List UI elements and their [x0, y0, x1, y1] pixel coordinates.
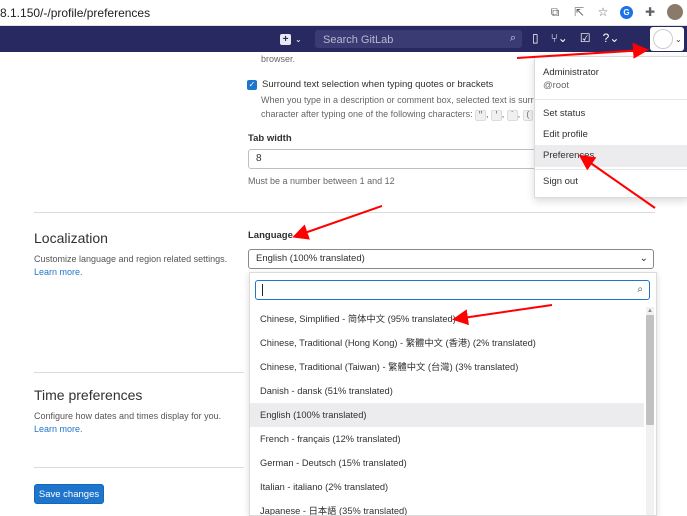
language-option[interactable]: Italian - italiano (2% translated)	[250, 475, 644, 499]
language-dropdown-list: ⌕ Chinese, Simplified - 简体中文 (95% transl…	[249, 272, 657, 516]
nav-icon-group: ▯ ⑂⌄ ☑ ?⌄	[532, 31, 619, 45]
user-menu-name[interactable]: Administrator	[543, 67, 599, 78]
search-icon: ⌕	[509, 32, 516, 44]
section-divider	[34, 467, 244, 468]
surround-selection-label: Surround text selection when typing quot…	[262, 79, 494, 90]
extension-icon[interactable]: G	[620, 5, 633, 19]
language-options: Chinese, Simplified - 简体中文 (95% translat…	[250, 307, 644, 515]
user-menu-dropdown: Administrator @root Set status Edit prof…	[534, 56, 687, 198]
language-option[interactable]: French - français (12% translated)	[250, 427, 644, 451]
key-paren: (	[522, 110, 534, 121]
language-option[interactable]: Danish - dansk (51% translated)	[250, 379, 644, 403]
plus-icon: +	[280, 33, 291, 45]
bookmark-star-icon[interactable]: ☆	[596, 5, 610, 19]
surround-help-line-1: When you type in a description or commen…	[261, 95, 534, 105]
key-backtick: `	[506, 110, 518, 121]
chevron-down-icon: ⌄	[675, 34, 682, 44]
menu-divider	[535, 99, 687, 100]
issues-icon[interactable]: ▯	[532, 31, 539, 45]
language-option[interactable]: Chinese, Traditional (Hong Kong) - 繁體中文 …	[250, 331, 644, 355]
section-divider	[34, 372, 244, 373]
url-text[interactable]: 8.1.150/-/profile/preferences	[0, 6, 150, 20]
preferences-item[interactable]: Preferences	[535, 145, 687, 167]
user-menu-handle: @root	[543, 80, 570, 91]
surround-selection-setting: ✓ Surround text selection when typing qu…	[247, 79, 493, 90]
tab-width-input[interactable]: 8	[248, 149, 538, 169]
set-status-item[interactable]: Set status	[535, 103, 687, 125]
language-label: Language	[248, 230, 293, 241]
puzzle-icon[interactable]: ✚	[643, 5, 657, 19]
search-icon: ⌕	[637, 284, 643, 295]
merge-requests-icon[interactable]: ⑂⌄	[551, 31, 568, 45]
language-option-selected[interactable]: English (100% translated)	[250, 403, 644, 427]
localization-description: Customize language and region related se…	[34, 254, 228, 264]
chevron-down-icon: ⌄	[639, 253, 648, 264]
localization-learn-more-link[interactable]: Learn more.	[34, 267, 83, 277]
localization-title: Localization	[34, 230, 108, 246]
gitlab-top-nav: + ⌄ ⌕ ▯ ⑂⌄ ☑ ?⌄ ⌄	[0, 26, 687, 52]
browser-profile-avatar[interactable]	[667, 4, 683, 20]
search-box[interactable]: ⌕	[315, 30, 522, 48]
chevron-down-icon: ⌄	[295, 34, 302, 44]
help-icon[interactable]: ?⌄	[603, 31, 620, 45]
menu-divider	[535, 169, 687, 170]
time-preferences-description: Configure how dates and times display fo…	[34, 411, 222, 421]
browser-address-bar: 8.1.150/-/profile/preferences ⧉ ⇱ ☆ G ✚	[0, 0, 687, 26]
section-divider	[34, 212, 655, 213]
language-selected-value: English (100% translated)	[256, 253, 365, 264]
browser-text: browser.	[261, 54, 296, 64]
surround-help-text: character after typing one of the follow…	[261, 109, 473, 119]
language-option[interactable]: German - Deutsch (15% translated)	[250, 451, 644, 475]
translate-icon[interactable]: ⧉	[548, 5, 562, 19]
language-option[interactable]: Japanese - 日本語 (35% translated)	[250, 499, 644, 515]
avatar	[653, 29, 673, 49]
create-new-menu[interactable]: + ⌄	[280, 31, 302, 47]
scrollbar-thumb[interactable]	[646, 315, 654, 425]
key-single-quote: '	[490, 110, 502, 121]
dropdown-scrollbar[interactable]: ▲	[646, 307, 654, 515]
key-double-quote: "	[475, 110, 486, 121]
tab-width-help: Must be a number between 1 and 12	[248, 176, 395, 186]
search-input[interactable]	[321, 32, 505, 48]
surround-selection-checkbox[interactable]: ✓	[247, 79, 257, 90]
todos-icon[interactable]: ☑	[580, 31, 591, 45]
language-search-input[interactable]: ⌕	[255, 280, 650, 300]
language-select[interactable]: English (100% translated) ⌄	[248, 249, 654, 269]
save-changes-button[interactable]: Save changes	[34, 484, 104, 504]
tab-width-label: Tab width	[248, 133, 292, 144]
time-preferences-learn-more-link[interactable]: Learn more.	[34, 424, 83, 434]
share-icon[interactable]: ⇱	[572, 5, 586, 19]
browser-toolbar-icons: ⧉ ⇱ ☆ G ✚	[548, 4, 683, 20]
scroll-up-icon[interactable]: ▲	[646, 307, 654, 315]
user-avatar-button[interactable]: ⌄	[650, 27, 684, 51]
language-option[interactable]: Chinese, Simplified - 简体中文 (95% translat…	[250, 307, 644, 331]
text-caret	[262, 284, 263, 296]
time-preferences-title: Time preferences	[34, 387, 143, 403]
language-option[interactable]: Chinese, Traditional (Taiwan) - 繁體中文 (台灣…	[250, 355, 644, 379]
sign-out-item[interactable]: Sign out	[535, 171, 687, 193]
surround-help-line-2: character after typing one of the follow…	[261, 109, 534, 121]
edit-profile-item[interactable]: Edit profile	[535, 124, 687, 146]
